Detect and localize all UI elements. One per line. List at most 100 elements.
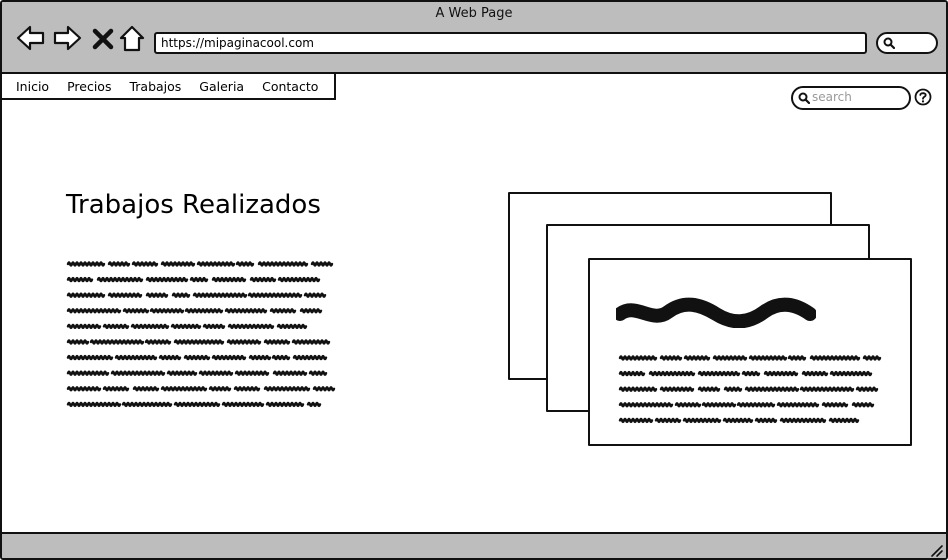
scribble-word [173,339,225,345]
scribble-word [736,402,776,408]
scribble-word [257,261,309,267]
browser-window: A Web Page https://mipaginacool.com Inic… [0,0,948,560]
scribble-word [674,402,702,408]
scribble-word [855,386,879,392]
close-x-icon[interactable] [90,23,116,53]
scribble-word [697,370,741,377]
scribble-word [66,276,94,283]
scribble-word [701,402,737,408]
scribble-word [303,292,327,298]
scribble-word [211,354,247,361]
scribble-word [248,354,272,361]
scribble-word [173,401,221,408]
scribble-word [779,417,827,424]
scribble-word [654,417,682,424]
forward-arrow-icon[interactable] [52,23,82,53]
scribble-word [221,401,265,408]
card-heading-placeholder [616,297,816,328]
scribble-word [114,354,158,361]
scribble-word [170,323,202,330]
browser-chrome: A Web Page https://mipaginacool.com [2,2,946,74]
scribble-word [166,370,198,376]
scribble-word [308,370,328,376]
scribble-word [829,370,873,377]
scribble-word [763,370,799,377]
scribble-word [247,292,303,298]
text-paragraph-placeholder [66,258,346,418]
scribble-word [189,276,209,283]
status-bar [2,532,946,558]
menu-item-trabajos[interactable]: Trabajos [129,79,181,94]
scribble-word [145,276,189,283]
scribble-word [149,308,185,314]
scribble-word [235,261,255,267]
scribble-word [821,402,849,408]
scribble-word [851,402,875,408]
scribble-word [310,261,334,267]
scribble-word [744,386,800,392]
scribble-word [121,401,173,408]
scribble-word [618,417,654,424]
browser-search-button[interactable] [876,32,938,54]
scribble-word [208,386,232,392]
scribble-word [102,323,130,330]
scribble-word [618,402,674,408]
scribble-word [227,323,275,330]
scribble-word [89,339,145,345]
scribble-word [741,370,761,377]
scribble-word [618,386,658,392]
menu-item-precios[interactable]: Precios [67,79,111,94]
scribble-word [263,339,291,345]
scribble-word [183,354,211,361]
scribble-word [277,276,321,283]
back-arrow-icon[interactable] [16,23,46,53]
scribble-word [184,308,224,314]
scribble-word [697,386,721,392]
window-title: A Web Page [435,6,513,21]
scribble-word [809,355,861,361]
scribble-word [107,261,131,267]
scribble-word [265,401,305,408]
search-icon [798,92,810,104]
scribble-word [723,386,743,392]
scribble-word [659,355,683,361]
scribble-word [66,292,106,298]
scribble-word [66,370,110,376]
scribble-word [269,308,297,314]
scribble-word [748,355,788,361]
resize-grip-icon[interactable] [928,542,944,558]
url-bar[interactable]: https://mipaginacool.com [154,32,867,54]
scribble-word [107,292,143,298]
scribble-word [66,354,114,361]
scribble-word [96,276,144,283]
help-icon[interactable] [914,88,932,106]
scribble-word [196,261,236,267]
scribble-word [226,339,262,345]
scribble-word [618,355,658,361]
scribble-word [828,417,860,424]
search-icon [883,37,895,49]
scribble-word [801,370,829,377]
scribble-word [712,355,748,361]
scribble-word [158,354,182,361]
scribble-word [659,386,695,392]
search-input[interactable] [812,89,902,105]
scribble-word [224,308,268,314]
scribble-word [276,323,308,330]
scribble-word [66,339,90,345]
menu-item-contacto[interactable]: Contacto [262,79,318,94]
scribble-word [160,261,196,267]
scribble-word [648,370,696,377]
scribble-word [160,386,208,392]
menu-item-inicio[interactable]: Inicio [16,79,49,94]
scribble-word [787,355,807,361]
scribble-word [682,417,722,424]
menu-bar: Inicio Precios Trabajos Galeria Contacto [2,72,336,100]
page-search[interactable] [791,86,911,110]
scribble-word [211,276,247,283]
scribble-word [234,370,270,376]
home-icon[interactable] [118,23,146,53]
page-title: Trabajos Realizados [66,190,321,220]
menu-item-galeria[interactable]: Galeria [199,79,244,94]
scribble-word [291,339,331,345]
